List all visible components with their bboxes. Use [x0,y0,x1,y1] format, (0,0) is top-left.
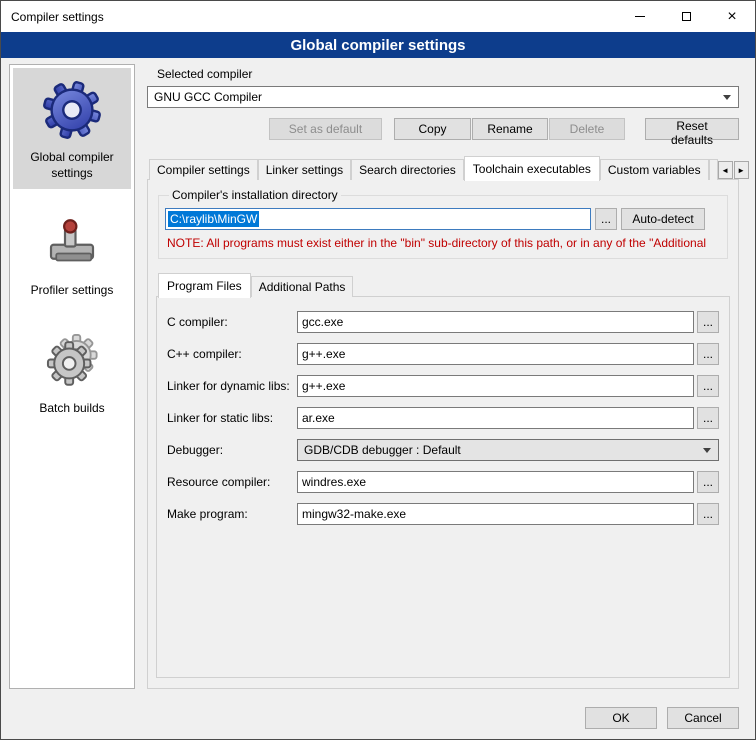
tab-scroll-controls: ◄ ► [718,161,749,179]
maximize-button[interactable] [663,1,709,32]
auto-detect-button[interactable]: Auto-detect [621,208,705,230]
program-files-panel: C compiler: ... C++ compiler: ... Linker… [156,296,730,678]
dialog-body: Global compiler settings Profiler settin… [1,58,755,697]
sidebar-item-batch-builds[interactable]: Batch builds [13,319,131,425]
dynamic-linker-label: Linker for dynamic libs: [167,379,297,393]
minimize-icon [635,16,645,17]
make-program-browse-button[interactable]: ... [697,503,719,525]
settings-category-list: Global compiler settings Profiler settin… [9,64,135,689]
tab-search-directories[interactable]: Search directories [351,159,464,180]
debugger-value: GDB/CDB debugger : Default [304,443,461,457]
debugger-row: Debugger: GDB/CDB debugger : Default [167,439,719,461]
cpp-compiler-input[interactable] [297,343,694,365]
tab-linker-settings[interactable]: Linker settings [258,159,351,180]
chevron-down-icon [703,448,711,453]
chevron-right-icon: ► [737,166,745,175]
dynamic-linker-input[interactable] [297,375,694,397]
tab-scroll-right-button[interactable]: ► [734,161,749,179]
selected-compiler-label: Selected compiler [157,67,739,81]
dynamic-linker-browse-button[interactable]: ... [697,375,719,397]
cancel-button[interactable]: Cancel [667,707,739,729]
reset-defaults-button[interactable]: Reset defaults [645,118,739,140]
sidebar-item-profiler-settings[interactable]: Profiler settings [13,201,131,307]
tab-additional-paths[interactable]: Additional Paths [251,276,354,297]
tab-toolchain-executables[interactable]: Toolchain executables [464,156,600,181]
rename-button[interactable]: Rename [472,118,548,140]
sidebar-item-global-compiler-settings[interactable]: Global compiler settings [13,68,131,189]
installation-directory-group: Compiler's installation directory C:\ray… [158,188,728,259]
make-program-label: Make program: [167,507,297,521]
installation-directory-group-title: Compiler's installation directory [169,188,341,202]
resource-compiler-browse-button[interactable]: ... [697,471,719,493]
selected-compiler-dropdown[interactable]: GNU GCC Compiler [147,86,739,108]
static-linker-input[interactable] [297,407,694,429]
make-program-row: Make program: ... [167,503,719,525]
resource-compiler-input[interactable] [297,471,694,493]
c-compiler-browse-button[interactable]: ... [697,311,719,333]
cpp-compiler-browse-button[interactable]: ... [697,343,719,365]
cpp-compiler-label: C++ compiler: [167,347,297,361]
compiler-settings-tabs: Compiler settings Linker settings Search… [147,156,739,180]
sidebar-item-label: Global compiler settings [15,150,129,181]
tab-scroll-left-button[interactable]: ◄ [718,161,733,179]
ok-button[interactable]: OK [585,707,657,729]
dynamic-linker-row: Linker for dynamic libs: ... [167,375,719,397]
tab-compiler-settings[interactable]: Compiler settings [149,159,258,180]
installation-directory-browse-button[interactable]: ... [595,208,617,230]
resource-compiler-label: Resource compiler: [167,475,297,489]
static-linker-browse-button[interactable]: ... [697,407,719,429]
installation-directory-input[interactable]: C:\raylib\MinGW [165,208,591,230]
resource-compiler-row: Resource compiler: ... [167,471,719,493]
close-button[interactable]: × [709,1,755,32]
global-compiler-gear-icon [41,78,103,142]
sidebar-item-label: Batch builds [39,401,104,417]
selected-compiler-value: GNU GCC Compiler [154,90,262,104]
page-title: Global compiler settings [1,32,755,58]
installation-directory-value: C:\raylib\MinGW [168,211,259,227]
close-icon: × [727,9,736,25]
copy-button[interactable]: Copy [394,118,471,140]
delete-button[interactable]: Delete [549,118,625,140]
main-panel: Selected compiler GNU GCC Compiler Set a… [147,64,739,689]
window-controls: × [617,1,755,32]
c-compiler-input[interactable] [297,311,694,333]
tab-program-files[interactable]: Program Files [158,273,251,298]
static-linker-row: Linker for static libs: ... [167,407,719,429]
chevron-left-icon: ◄ [721,166,729,175]
debugger-dropdown[interactable]: GDB/CDB debugger : Default [297,439,719,461]
set-as-default-button[interactable]: Set as default [269,118,382,140]
tab-build-options[interactable]: Buil [709,159,718,180]
program-files-tabs: Program Files Additional Paths [156,273,730,297]
c-compiler-row: C compiler: ... [167,311,719,333]
window-title: Compiler settings [11,10,104,24]
batch-builds-gears-icon [44,329,100,393]
sidebar-item-label: Profiler settings [31,283,114,299]
compiler-actions: Set as default Copy Rename Delete Reset … [147,118,739,140]
static-linker-label: Linker for static libs: [167,411,297,425]
toolchain-executables-panel: Compiler's installation directory C:\ray… [147,179,739,689]
titlebar[interactable]: Compiler settings × [1,1,755,32]
maximize-icon [682,12,691,21]
bin-subdirectory-note: NOTE: All programs must exist either in … [167,236,719,250]
c-compiler-label: C compiler: [167,315,297,329]
dialog-footer: OK Cancel [1,697,755,739]
debugger-label: Debugger: [167,443,297,457]
compiler-settings-window: Compiler settings × Global compiler sett… [0,0,756,740]
cpp-compiler-row: C++ compiler: ... [167,343,719,365]
make-program-input[interactable] [297,503,694,525]
minimize-button[interactable] [617,1,663,32]
profiler-tool-icon [44,211,100,275]
installation-directory-row: C:\raylib\MinGW ... Auto-detect [165,208,721,230]
chevron-down-icon [723,95,731,100]
tab-custom-variables[interactable]: Custom variables [600,159,709,180]
